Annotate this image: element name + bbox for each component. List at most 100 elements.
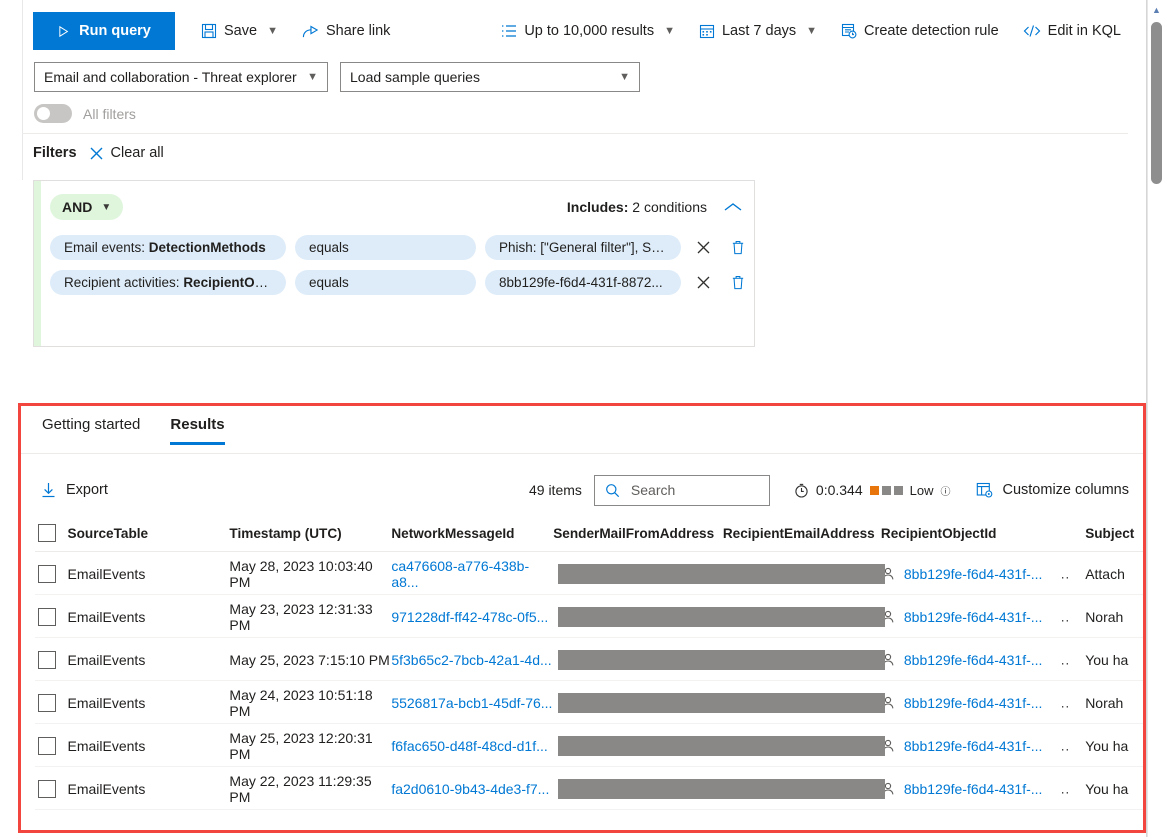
cell-networkmessageid[interactable]: f6fac650-d48f-48cd-d1f... <box>391 738 553 754</box>
time-range-button[interactable]: Last 7 days ▼ <box>691 15 825 47</box>
recipientobjectid-link[interactable]: 8bb129fe-f6d4-431f-... <box>904 695 1043 711</box>
chevron-down-icon: ▼ <box>619 71 630 83</box>
row-checkbox[interactable] <box>37 607 56 626</box>
recipientobjectid-link[interactable]: 8bb129fe-f6d4-431f-... <box>904 781 1043 797</box>
clear-all-button[interactable]: Clear all <box>89 145 164 161</box>
column-header-recipientobjectid[interactable]: RecipientObjectId <box>881 526 1085 541</box>
table-row[interactable]: EmailEvents May 23, 2023 12:31:33 PM 97122… <box>21 595 1143 638</box>
create-detection-rule-button[interactable]: Create detection rule <box>833 15 1007 47</box>
scroll-up-arrow-icon[interactable]: ▲ <box>1148 5 1164 15</box>
filter-value-1[interactable]: Phish: ["General filter"], Sp... <box>485 234 681 260</box>
row-checkbox[interactable] <box>37 564 56 583</box>
customize-columns-button[interactable]: Customize columns <box>976 482 1129 498</box>
select-all-checkbox[interactable] <box>37 524 56 542</box>
chevron-down-icon: ▼ <box>307 71 318 83</box>
query-performance: 0:0.344 Low ⓘ <box>794 482 950 498</box>
filter-field-2[interactable]: Recipient activities: RecipientObj... <box>50 269 286 295</box>
cell-recipientobjectid[interactable]: 8bb129fe-f6d4-431f-... <box>881 609 1085 625</box>
cell-networkmessageid[interactable]: 5f3b65c2-7bcb-42a1-4d... <box>391 652 553 668</box>
row-select-cell[interactable] <box>21 779 67 798</box>
filter-value-2[interactable]: 8bb129fe-f6d4-431f-8872... <box>485 269 681 295</box>
table-body: EmailEvents May 28, 2023 10:03:40 PM ca476… <box>21 552 1143 810</box>
tab-results[interactable]: Results <box>170 416 225 445</box>
column-header-sourcetable[interactable]: SourceTable <box>67 526 230 541</box>
cell-recipientobjectid[interactable]: 8bb129fe-f6d4-431f-... <box>881 695 1085 711</box>
cell-recipientobjectid[interactable]: 8bb129fe-f6d4-431f-... <box>881 566 1085 582</box>
row-select-cell[interactable] <box>21 607 67 626</box>
all-filters-toggle-group[interactable]: All filters <box>34 104 136 123</box>
truncation-dots: .. <box>1060 781 1071 796</box>
table-row[interactable]: EmailEvents May 22, 2023 11:29:35 PM fa2d0… <box>21 767 1143 810</box>
save-button[interactable]: Save ▼ <box>193 15 286 47</box>
recipientobjectid-link[interactable]: 8bb129fe-f6d4-431f-... <box>904 652 1043 668</box>
cell-recipientobjectid[interactable]: 8bb129fe-f6d4-431f-... <box>881 781 1085 797</box>
results-limit-button[interactable]: Up to 10,000 results ▼ <box>493 15 683 47</box>
row-select-cell[interactable] <box>21 650 67 669</box>
column-header-subject[interactable]: Subject <box>1085 526 1143 541</box>
cell-networkmessageid[interactable]: ca476608-a776-438b-a8... <box>391 558 553 590</box>
table-row[interactable]: EmailEvents May 25, 2023 12:20:31 PM f6fac… <box>21 724 1143 767</box>
row-checkbox[interactable] <box>37 736 56 755</box>
cell-recipientobjectid[interactable]: 8bb129fe-f6d4-431f-... <box>881 738 1085 754</box>
edit-in-kql-label: Edit in KQL <box>1047 23 1121 39</box>
filter-operator-1-text: equals <box>309 239 349 255</box>
delete-condition-1-button[interactable] <box>725 234 751 260</box>
select-all-cell[interactable] <box>21 524 67 542</box>
filter-operator-2[interactable]: equals <box>295 269 476 295</box>
share-link-button[interactable]: Share link <box>294 15 398 47</box>
search-icon <box>605 483 620 498</box>
recipientobjectid-link[interactable]: 8bb129fe-f6d4-431f-... <box>904 738 1043 754</box>
row-select-cell[interactable] <box>21 693 67 712</box>
filter-field-1[interactable]: Email events: DetectionMethods <box>50 234 286 260</box>
filter-operator-1[interactable]: equals <box>295 234 476 260</box>
redaction-bar <box>558 563 886 584</box>
column-header-sendermailfromaddress[interactable]: SenderMailFromAddress <box>553 526 723 541</box>
redaction-bar <box>558 649 886 670</box>
redaction-bar <box>558 735 886 756</box>
collapse-group-button[interactable] <box>724 200 742 215</box>
column-header-recipientemailaddress[interactable]: RecipientEmailAddress <box>723 526 881 541</box>
search-input[interactable] <box>628 481 749 499</box>
delete-condition-2-button[interactable] <box>725 269 751 295</box>
tab-getting-started-label: Getting started <box>42 416 141 433</box>
filter-field-1-text: Email events: DetectionMethods <box>64 239 266 255</box>
cell-networkmessageid[interactable]: 971228df-ff42-478c-0f5... <box>391 609 553 625</box>
table-row[interactable]: EmailEvents May 24, 2023 10:51:18 PM 55268… <box>21 681 1143 724</box>
app-window: Run query Save ▼ Share link Up to 10,000… <box>0 0 1164 837</box>
recipientobjectid-link[interactable]: 8bb129fe-f6d4-431f-... <box>904 609 1043 625</box>
schema-selector[interactable]: Email and collaboration - Threat explore… <box>34 62 328 92</box>
table-row[interactable]: EmailEvents May 25, 2023 7:15:10 PM 5f3b65… <box>21 638 1143 681</box>
info-icon[interactable]: ⓘ <box>940 483 950 498</box>
redaction-bar <box>558 692 886 713</box>
column-header-timestamp[interactable]: Timestamp (UTC) <box>229 526 391 541</box>
row-checkbox[interactable] <box>37 650 56 669</box>
column-header-networkmessageid[interactable]: NetworkMessageId <box>391 526 553 541</box>
clear-condition-2-button[interactable] <box>690 269 716 295</box>
results-command-bar: Export 49 items Search 0:0.344 Low ⓘ Cus… <box>21 466 1143 514</box>
table-row[interactable]: EmailEvents May 28, 2023 10:03:40 PM ca476… <box>21 552 1143 595</box>
perf-bar-3 <box>893 485 903 495</box>
sample-queries-selector[interactable]: Load sample queries ▼ <box>340 62 640 92</box>
filter-operator-dropdown[interactable]: AND ▼ <box>50 194 124 220</box>
scrollbar-thumb[interactable] <box>1151 22 1162 184</box>
row-checkbox[interactable] <box>37 693 56 712</box>
all-filters-toggle[interactable] <box>34 104 72 123</box>
edit-in-kql-button[interactable]: Edit in KQL <box>1015 15 1129 47</box>
cell-networkmessageid[interactable]: fa2d0610-9b43-4de3-f7... <box>391 781 553 797</box>
run-query-button[interactable]: Run query <box>33 12 175 50</box>
row-checkbox[interactable] <box>37 779 56 798</box>
cell-recipientobjectid[interactable]: 8bb129fe-f6d4-431f-... <box>881 652 1085 668</box>
truncation-dots: .. <box>1060 609 1071 624</box>
recipientobjectid-link[interactable]: 8bb129fe-f6d4-431f-... <box>904 566 1043 582</box>
tab-getting-started[interactable]: Getting started <box>42 416 140 445</box>
filter-field-2-text: Recipient activities: RecipientObj... <box>64 274 272 290</box>
row-select-cell[interactable] <box>21 736 67 755</box>
row-select-cell[interactable] <box>21 564 67 583</box>
cell-networkmessageid[interactable]: 5526817a-bcb1-45df-76... <box>391 695 553 711</box>
search-box[interactable] <box>593 474 770 506</box>
export-button[interactable]: Export <box>41 482 108 498</box>
clear-condition-1-button[interactable] <box>690 234 716 260</box>
perf-bar-1 <box>869 485 879 495</box>
cell-sourcetable: EmailEvents <box>67 694 146 711</box>
vertical-scrollbar[interactable]: ▲ <box>1147 0 1164 837</box>
